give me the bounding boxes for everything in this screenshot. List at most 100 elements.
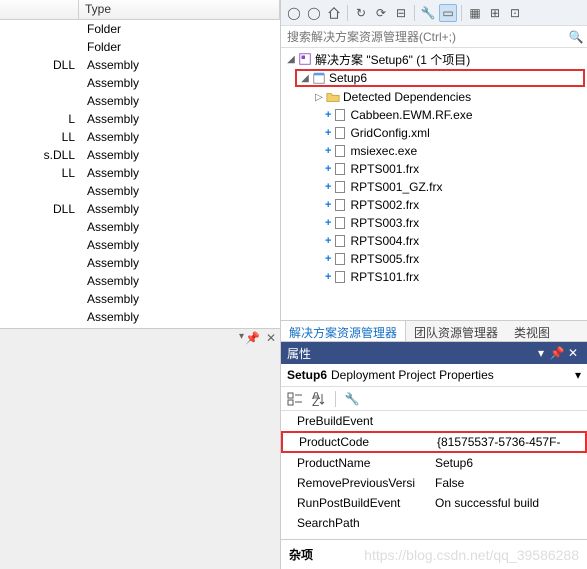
table-row[interactable]: Assembly <box>0 272 280 290</box>
tree-file-item[interactable]: + RPTS001.frx <box>281 160 587 178</box>
table-row[interactable]: Assembly <box>0 254 280 272</box>
output-panel: ▾ 📌 ✕ <box>0 328 280 569</box>
col-name[interactable] <box>0 0 79 19</box>
solution-root[interactable]: ◢ 解决方案 "Setup6" (1 个项目) <box>281 50 587 68</box>
file-label: msiexec.exe <box>350 144 417 158</box>
tree-file-item[interactable]: +Cabbeen.EWM.RF.exe <box>281 106 587 124</box>
tree-file-item[interactable]: +RPTS005.frx <box>281 250 587 268</box>
shortcut-icon: + <box>325 127 331 139</box>
property-row[interactable]: ProductNameSetup6 <box>281 453 587 473</box>
back-icon[interactable]: ◯ <box>285 4 303 22</box>
shortcut-icon: + <box>325 163 331 175</box>
file-icon <box>332 251 348 267</box>
table-row[interactable]: LAssembly <box>0 110 280 128</box>
props-close-icon[interactable]: ✕ <box>565 346 581 360</box>
table-row[interactable]: Folder <box>0 38 280 56</box>
file-icon <box>332 125 348 141</box>
tree-file-item[interactable]: +GridConfig.xml <box>281 124 587 142</box>
categorized-icon[interactable] <box>285 390 305 408</box>
tree-file-item[interactable]: +RPTS001_GZ.frx <box>281 178 587 196</box>
tree-file-item[interactable]: + RPTS002.frx <box>281 196 587 214</box>
detected-dependencies[interactable]: ▷ Detected Dependencies <box>281 88 587 106</box>
view3-icon[interactable]: ⊡ <box>506 4 524 22</box>
property-row[interactable]: RemovePreviousVersiFalse <box>281 473 587 493</box>
table-row[interactable]: Assembly <box>0 236 280 254</box>
file-label: RPTS002.frx <box>350 198 419 212</box>
props-dropdown-icon[interactable]: ▾ <box>533 346 549 360</box>
view1-icon[interactable]: ▦ <box>466 4 484 22</box>
tab-class-view[interactable]: 类视图 <box>506 321 558 341</box>
shortcut-icon: + <box>325 199 331 211</box>
solution-tree[interactable]: ◢ 解决方案 "Setup6" (1 个项目) ◢ Setup6 ▷ Detec… <box>281 48 587 320</box>
property-row[interactable]: PreBuildEvent <box>281 411 587 431</box>
file-label: RPTS003.frx <box>350 216 419 230</box>
properties-description: 杂项 <box>281 539 587 569</box>
grid-header: Type <box>0 0 280 20</box>
property-value[interactable]: {81575537-5736-457F- <box>433 435 585 449</box>
property-row[interactable]: RunPostBuildEventOn successful build <box>281 493 587 513</box>
shortcut-icon: + <box>325 109 331 121</box>
properties-grid[interactable]: PreBuildEvent ProductCode{81575537-5736-4… <box>281 411 587 533</box>
table-row[interactable]: s.DLLAssembly <box>0 146 280 164</box>
props-subject-dropdown-icon[interactable]: ▾ <box>575 368 581 382</box>
props-wrench-icon[interactable]: 🔧 <box>342 390 362 408</box>
file-icon <box>332 161 348 177</box>
table-row[interactable]: Assembly <box>0 92 280 110</box>
explorer-tabs: 解决方案资源管理器 团队资源管理器 类视图 <box>281 320 587 342</box>
table-row[interactable]: Assembly <box>0 182 280 200</box>
table-row[interactable]: LLAssembly <box>0 128 280 146</box>
search-bar: 🔍 <box>281 26 587 48</box>
tree-file-item[interactable]: +RPTS004.frx <box>281 232 587 250</box>
panel-dropdown-icon[interactable]: ▾ <box>239 331 244 342</box>
table-row[interactable]: LLAssembly <box>0 164 280 182</box>
home-icon[interactable] <box>325 4 343 22</box>
file-label: RPTS001.frx <box>350 162 419 176</box>
solution-root-label: 解决方案 "Setup6" (1 个项目) <box>315 51 470 68</box>
search-input[interactable] <box>281 26 565 47</box>
tree-file-item[interactable]: +RPTS101.frx <box>281 268 587 286</box>
col-type[interactable]: Type <box>79 0 280 19</box>
property-value[interactable]: False <box>431 476 587 490</box>
collapse-icon[interactable]: ⊟ <box>392 4 410 22</box>
show-all-icon[interactable]: ▭ <box>439 4 457 22</box>
table-row[interactable]: Assembly <box>0 218 280 236</box>
property-row[interactable]: ProductCode{81575537-5736-457F- <box>281 431 587 453</box>
tab-solution-explorer[interactable]: 解决方案资源管理器 <box>281 321 406 341</box>
file-icon <box>332 269 348 285</box>
svg-text:Z: Z <box>312 395 319 406</box>
file-grid: Type FolderFolderDLLAssemblyAssemblyAsse… <box>0 0 280 326</box>
close-icon[interactable]: ✕ <box>266 331 276 345</box>
table-row[interactable]: DLLAssembly <box>0 56 280 74</box>
props-subject-type: Deployment Project Properties <box>331 368 494 382</box>
property-value[interactable]: On successful build <box>431 496 587 510</box>
view2-icon[interactable]: ⊞ <box>486 4 504 22</box>
tree-file-item[interactable]: + RPTS003.frx <box>281 214 587 232</box>
file-label: RPTS101.frx <box>350 270 419 284</box>
table-row[interactable]: Assembly <box>0 308 280 326</box>
tab-team-explorer[interactable]: 团队资源管理器 <box>406 321 506 341</box>
shortcut-icon: + <box>325 235 331 247</box>
property-name: PreBuildEvent <box>281 414 431 428</box>
props-pin-icon[interactable]: 📌 <box>549 346 565 360</box>
refresh-icon[interactable]: ⟳ <box>372 4 390 22</box>
shortcut-icon: + <box>325 181 331 193</box>
shortcut-icon: + <box>325 217 331 229</box>
sync-icon[interactable]: ↻ <box>352 4 370 22</box>
property-row[interactable]: SearchPath <box>281 513 587 533</box>
table-row[interactable]: Assembly <box>0 74 280 92</box>
folder-icon <box>325 89 341 105</box>
forward-icon[interactable]: ◯ <box>305 4 323 22</box>
property-name: ProductName <box>281 456 431 470</box>
wrench-icon[interactable]: 🔧 <box>419 4 437 22</box>
property-value[interactable]: Setup6 <box>431 456 587 470</box>
alphabetical-icon[interactable]: AZ <box>309 390 329 408</box>
table-row[interactable]: DLLAssembly <box>0 200 280 218</box>
tree-file-item[interactable]: +msiexec.exe <box>281 142 587 160</box>
table-row[interactable]: Assembly <box>0 290 280 308</box>
property-name: RunPostBuildEvent <box>281 496 431 510</box>
search-icon[interactable]: 🔍 <box>565 26 587 47</box>
table-row[interactable]: Folder <box>0 20 280 38</box>
file-icon <box>332 107 348 123</box>
project-node[interactable]: ◢ Setup6 <box>295 69 585 87</box>
pin-icon[interactable]: 📌 <box>245 331 260 345</box>
